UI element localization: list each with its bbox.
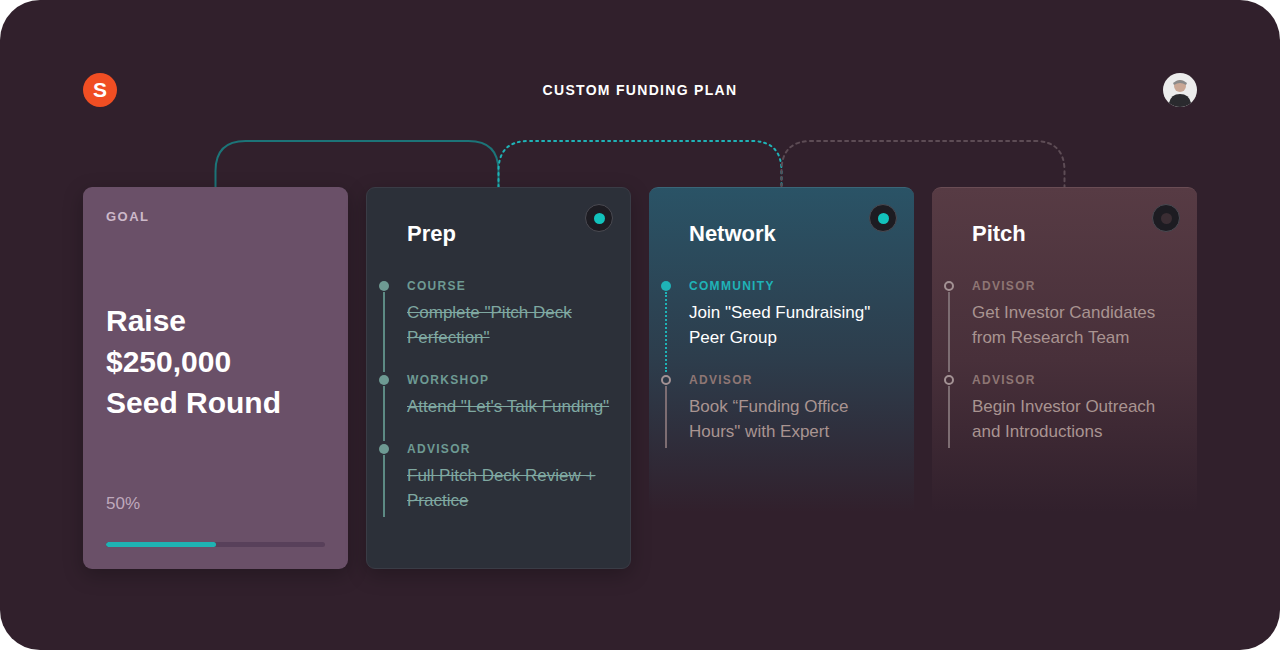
step-dot-icon [379, 444, 389, 454]
step-category: ADVISOR [972, 278, 1181, 294]
step-category: ADVISOR [689, 372, 898, 388]
step-dot-icon [661, 281, 671, 291]
step-item[interactable]: ADVISOR Begin Investor Outreach and Intr… [972, 372, 1181, 448]
goal-title: Raise$250,000Seed Round [106, 300, 325, 423]
progress-bar [106, 542, 325, 547]
step-title: Attend "Let's Talk Funding" [407, 394, 614, 419]
stage-connectors [83, 107, 1197, 187]
step-title: Complete "Pitch Deck Perfection" [407, 300, 614, 350]
step-title: Full Pitch Deck Review + Practice [407, 463, 614, 513]
connector-line [782, 141, 1065, 187]
page-title: CUSTOM FUNDING PLAN [117, 82, 1163, 98]
stage-card[interactable]: Network COMMUNITY Join "Seed Fundraising… [649, 187, 914, 569]
step-dot-icon [379, 281, 389, 291]
stage-title: Prep [407, 220, 614, 248]
status-dot-icon [1152, 204, 1180, 232]
step-item[interactable]: ADVISOR Get Investor Candidates from Res… [972, 278, 1181, 372]
step-list: COMMUNITY Join "Seed Fundraising" Peer G… [689, 278, 898, 448]
stage-title: Network [689, 220, 898, 248]
step-category: COURSE [407, 278, 614, 294]
goal-label: GOAL [106, 209, 325, 224]
progress-text: 50% [106, 494, 325, 514]
user-avatar-icon[interactable] [1163, 73, 1197, 107]
step-category: WORKSHOP [407, 372, 614, 388]
step-title: Book “Funding Office Hours" with Expert [689, 394, 898, 444]
step-title: Begin Investor Outreach and Introduction… [972, 394, 1181, 444]
logo-icon[interactable]: S [83, 73, 117, 107]
step-category: ADVISOR [407, 441, 614, 457]
step-item[interactable]: COMMUNITY Join "Seed Fundraising" Peer G… [689, 278, 898, 372]
step-item[interactable]: ADVISOR Full Pitch Deck Review + Practic… [407, 441, 614, 517]
step-dot-icon [944, 375, 954, 385]
step-list: COURSE Complete "Pitch Deck Perfection" … [407, 278, 614, 517]
connector-line [216, 141, 499, 187]
step-item[interactable]: ADVISOR Book “Funding Office Hours" with… [689, 372, 898, 448]
status-dot-icon [869, 204, 897, 232]
plan-cards: GOAL Raise$250,000Seed Round 50% Prep CO… [83, 187, 1197, 569]
step-item[interactable]: COURSE Complete "Pitch Deck Perfection" [407, 278, 614, 372]
step-category: ADVISOR [972, 372, 1181, 388]
step-dot-icon [379, 375, 389, 385]
step-item[interactable]: WORKSHOP Attend "Let's Talk Funding" [407, 372, 614, 441]
step-category: COMMUNITY [689, 278, 898, 294]
header: S CUSTOM FUNDING PLAN [83, 73, 1197, 107]
step-title: Join "Seed Fundraising" Peer Group [689, 300, 898, 350]
step-list: ADVISOR Get Investor Candidates from Res… [972, 278, 1181, 448]
connector-line [499, 141, 782, 187]
stage-title: Pitch [972, 220, 1181, 248]
status-dot-icon [585, 204, 613, 232]
step-title: Get Investor Candidates from Research Te… [972, 300, 1181, 350]
funding-plan-page: S CUSTOM FUNDING PLAN GOAL Raise$250,000… [0, 0, 1280, 650]
step-dot-icon [944, 281, 954, 291]
stage-card[interactable]: Prep COURSE Complete "Pitch Deck Perfect… [366, 187, 631, 569]
step-dot-icon [661, 375, 671, 385]
goal-card[interactable]: GOAL Raise$250,000Seed Round 50% [83, 187, 348, 569]
stage-card[interactable]: Pitch ADVISOR Get Investor Candidates fr… [932, 187, 1197, 569]
